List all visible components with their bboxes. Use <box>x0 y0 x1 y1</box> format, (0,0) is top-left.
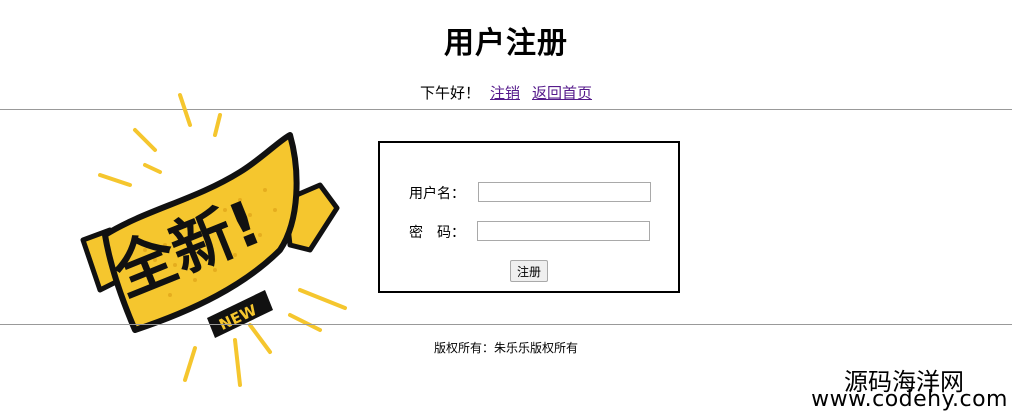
bottom-divider <box>0 324 1012 325</box>
register-submit-button[interactable]: 注册 <box>510 260 549 282</box>
watermark-url: www.codehy.com <box>811 387 1008 412</box>
home-link[interactable]: 返回首页 <box>532 84 592 102</box>
username-label: 用户名： <box>409 186 465 202</box>
password-label: 密 码： <box>409 225 465 241</box>
greeting-text: 下午好！ <box>419 84 480 102</box>
username-input[interactable] <box>478 182 651 202</box>
page-title: 用户注册 <box>444 26 568 61</box>
register-form: 用户名： 密 码： 注册 <box>378 141 680 293</box>
logout-link[interactable]: 注销 <box>490 84 520 102</box>
footer-copyright: 版权所有：朱乐乐版权所有 <box>433 341 578 355</box>
password-input[interactable] <box>477 221 650 241</box>
